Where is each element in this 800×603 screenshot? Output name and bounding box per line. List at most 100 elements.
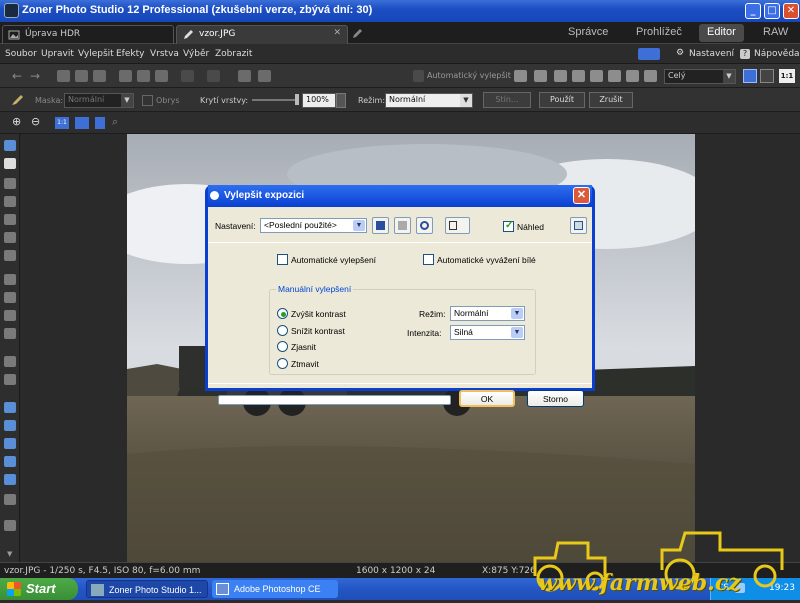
compare-view-icon[interactable]	[445, 217, 470, 234]
start-button[interactable]: Start	[0, 578, 78, 600]
ok-button[interactable]: OK	[459, 390, 515, 407]
auto-enhance-checkbox[interactable]	[277, 254, 288, 265]
task-photoshop[interactable]: Adobe Photoshop CE	[212, 580, 338, 598]
rect-select-icon[interactable]	[4, 402, 16, 413]
auto-wb-checkbox[interactable]	[423, 254, 434, 265]
print-icon[interactable]	[93, 70, 106, 82]
cut-icon[interactable]	[119, 70, 132, 82]
pencil-tool-icon[interactable]	[4, 356, 16, 367]
healing-tool-icon[interactable]	[4, 310, 16, 321]
layer-tool-icon[interactable]	[4, 520, 16, 531]
close-button[interactable]: ✕	[783, 3, 799, 19]
exposure-icon[interactable]	[554, 70, 567, 82]
shadow-button[interactable]: Stín...	[483, 92, 531, 108]
retouch-tool-icon[interactable]	[4, 328, 16, 339]
dialog-titlebar[interactable]: Vylepšit expozici ✕	[208, 185, 592, 207]
rotate-icon[interactable]	[238, 70, 251, 82]
minimize-button[interactable]: _	[745, 3, 761, 19]
mode-raw[interactable]: RAW	[755, 24, 796, 42]
preset-combo[interactable]: <Poslední použité> ▼	[260, 218, 367, 233]
perspective-tool-icon[interactable]	[4, 214, 16, 225]
radio-decrease-contrast[interactable]	[277, 325, 288, 336]
straighten-tool-icon[interactable]	[4, 196, 16, 207]
new-tab-icon[interactable]	[351, 28, 363, 40]
radio-brighten[interactable]	[277, 341, 288, 352]
help-icon[interactable]: ?	[740, 49, 750, 59]
mode-spravce[interactable]: Správce	[560, 24, 616, 42]
redo-icon[interactable]	[207, 70, 220, 82]
menu-help[interactable]: Nápověda	[754, 49, 800, 59]
canvas-tool-icon[interactable]	[4, 250, 16, 261]
menu-vrstva[interactable]: Vrstva	[150, 49, 179, 59]
apply-button[interactable]: Použít	[539, 92, 585, 108]
reset-icon[interactable]	[416, 217, 433, 234]
mode-combo[interactable]: Normální ▼	[450, 306, 525, 321]
mode-editor[interactable]: Editor	[699, 24, 744, 42]
actual-size-button[interactable]: 1:1	[55, 117, 69, 129]
eraser-tool-icon[interactable]	[4, 374, 16, 385]
menu-vylepsit[interactable]: Vylepšit	[78, 49, 114, 59]
magnetic-select-icon[interactable]	[4, 474, 16, 485]
radio-increase-contrast[interactable]	[277, 308, 288, 319]
ellipse-select-icon[interactable]	[4, 420, 16, 431]
opacity-input[interactable]: 100%	[302, 93, 336, 108]
zoom-tool-icon[interactable]	[4, 140, 16, 151]
save-icon[interactable]	[75, 70, 88, 82]
curves-icon[interactable]	[534, 70, 547, 82]
effects-icon[interactable]	[644, 70, 657, 82]
blend-mode-combo[interactable]: Normální ▼	[385, 93, 473, 108]
menu-upravit[interactable]: Upravit	[41, 49, 74, 59]
auto-enhance-button[interactable]: Automatický vylepšit	[427, 71, 511, 80]
undo-icon[interactable]	[181, 70, 194, 82]
window-titlebar[interactable]: Zoner Photo Studio 12 Professional (zkuš…	[0, 0, 800, 22]
zoom-combo[interactable]: Celý ▼	[664, 69, 736, 84]
crop-tool-icon[interactable]	[4, 178, 16, 189]
paste-icon[interactable]	[155, 70, 168, 82]
cancel-edit-button[interactable]: Zrušit	[589, 92, 633, 108]
copy-icon[interactable]	[137, 70, 150, 82]
chevron-down-icon[interactable]: ▼	[7, 550, 12, 558]
forward-arrow-icon[interactable]: →	[30, 69, 40, 83]
color-icon[interactable]	[572, 70, 585, 82]
tab-vzor[interactable]: vzor.JPG ✕	[176, 25, 348, 44]
menu-zobrazit[interactable]: Zobrazit	[215, 49, 252, 59]
delete-preset-icon[interactable]	[394, 217, 411, 234]
intensity-combo[interactable]: Silná ▼	[450, 325, 525, 340]
opacity-slider-track[interactable]	[252, 99, 296, 101]
mask-combo[interactable]: Normální ▼	[64, 93, 134, 108]
mode-prohlizec[interactable]: Prohlížeč	[628, 24, 690, 42]
tab-hdr[interactable]: Úprava HDR	[2, 25, 174, 44]
opacity-slider-handle[interactable]	[295, 94, 299, 105]
noise-icon[interactable]	[626, 70, 639, 82]
resize-tool-icon[interactable]	[4, 232, 16, 243]
poly-select-icon[interactable]	[4, 456, 16, 467]
layout-icon[interactable]	[570, 217, 587, 234]
menu-soubor[interactable]: Soubor	[5, 49, 37, 59]
dialog-close-button[interactable]: ✕	[573, 187, 590, 204]
task-zoner[interactable]: Zoner Photo Studio 1...	[86, 580, 208, 598]
wand-icon[interactable]	[413, 70, 424, 82]
clone-tool-icon[interactable]	[4, 292, 16, 303]
fit-screen-icon[interactable]	[75, 117, 89, 129]
fit-window-icon[interactable]	[743, 69, 757, 83]
menu-vyber[interactable]: Výběr	[183, 49, 209, 59]
view-options-icon[interactable]	[638, 48, 660, 60]
flip-icon[interactable]	[258, 70, 271, 82]
obrys-checkbox[interactable]	[142, 95, 153, 106]
magnifier-icon[interactable]: ⌕	[112, 115, 118, 129]
full-screen-icon[interactable]	[760, 69, 774, 83]
menu-settings[interactable]: Nastavení	[689, 49, 734, 59]
maximize-button[interactable]: □	[764, 3, 780, 19]
magic-wand-icon[interactable]	[4, 494, 16, 505]
zoom-in-icon[interactable]: ⊕	[12, 115, 21, 128]
lasso-select-icon[interactable]	[4, 438, 16, 449]
zoom-out-icon[interactable]: ⊖	[31, 115, 40, 128]
close-icon[interactable]: ✕	[333, 28, 341, 38]
filter-icon[interactable]	[608, 70, 621, 82]
storno-button[interactable]: Storno	[527, 390, 584, 407]
preview-checkbox[interactable]	[503, 220, 514, 232]
opacity-spinner[interactable]	[336, 93, 346, 108]
gear-icon[interactable]: ⚙	[676, 48, 684, 58]
redeye-tool-icon[interactable]	[4, 274, 16, 285]
radio-darken[interactable]	[277, 358, 288, 369]
